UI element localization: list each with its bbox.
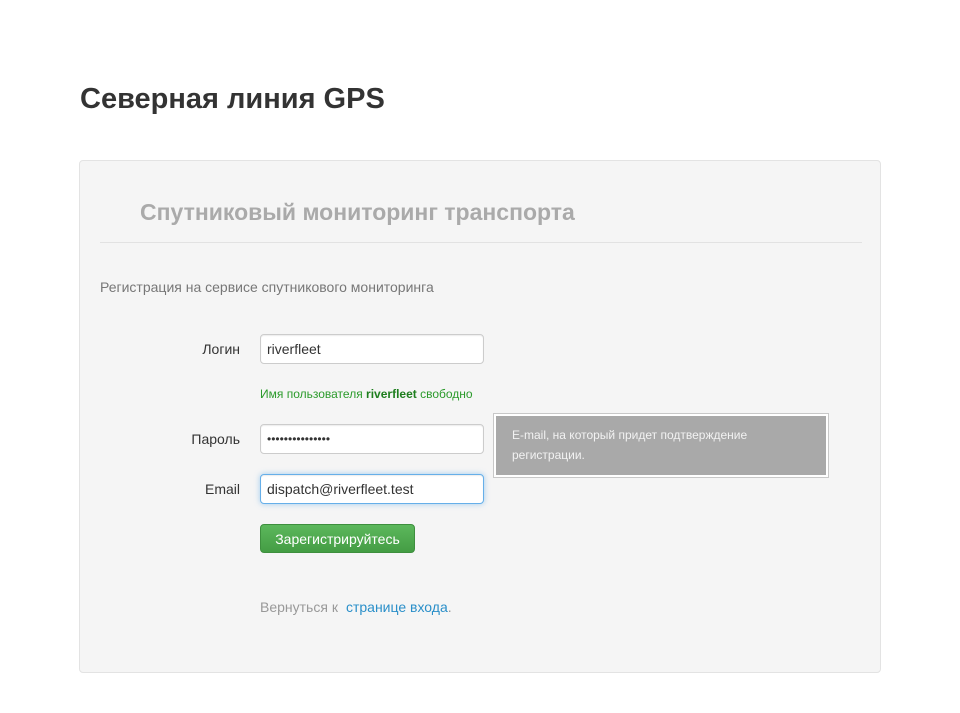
back-to-login: Вернуться к странице входа. [260,599,452,615]
email-field[interactable] [260,474,484,504]
help-username: riverfleet [366,387,417,401]
password-label: Пароль [191,431,240,447]
login-availability-message: Имя пользователя riverfleet свободно [260,387,473,401]
site-title: Северная линия GPS [80,83,385,115]
help-suffix: свободно [420,387,473,401]
back-text: Вернуться к [260,599,338,615]
login-page-link[interactable]: странице входа [346,599,448,615]
register-button[interactable]: Зарегистрируйтесь [260,524,415,553]
login-field[interactable] [260,334,484,364]
panel-heading: Спутниковый мониторинг транспорта [140,199,575,225]
help-prefix: Имя пользователя [260,387,363,401]
email-tooltip: E-mail, на который придет подтверждение … [493,413,829,478]
intro-text: Регистрация на сервисе спутникового мони… [100,279,434,295]
email-label: Email [204,481,240,497]
password-field[interactable] [260,424,484,454]
heading-divider [100,242,862,243]
email-tooltip-text: E-mail, на который придет подтверждение … [496,416,826,475]
back-period: . [447,599,452,615]
login-label: Логин [202,341,240,357]
registration-panel: Спутниковый мониторинг транспорта Регист… [79,160,881,673]
